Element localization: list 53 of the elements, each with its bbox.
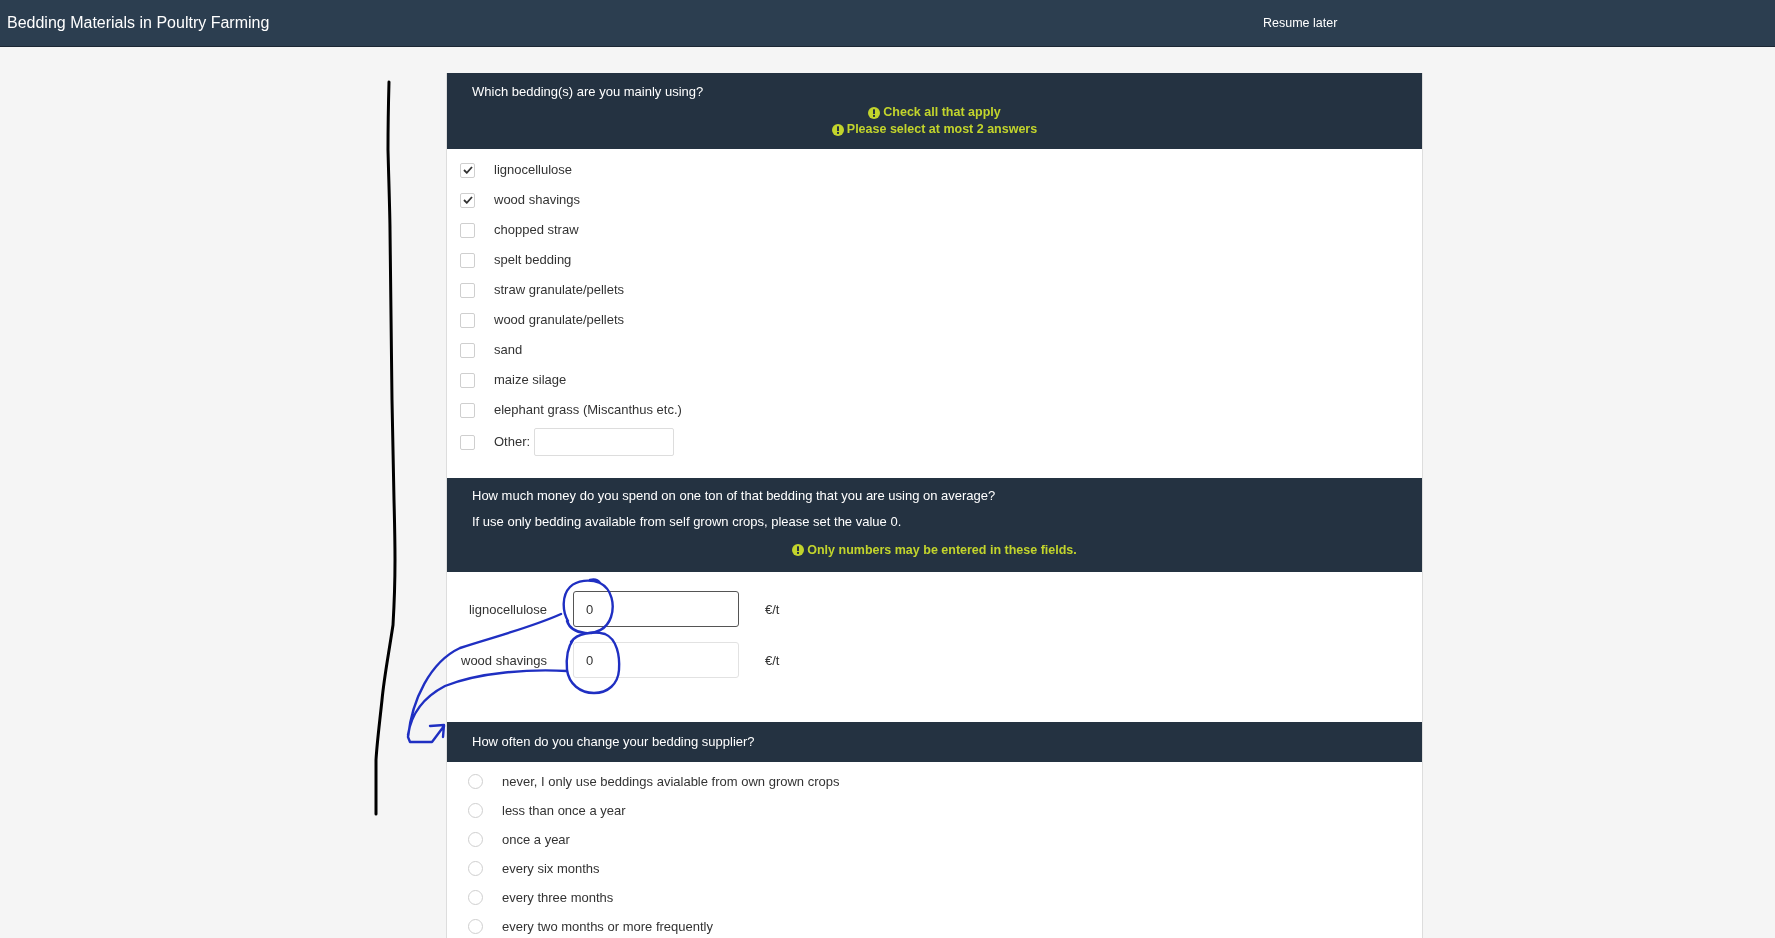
option-label[interactable]: Other: xyxy=(494,434,531,450)
option-label[interactable]: every six months xyxy=(502,860,600,877)
option-label[interactable]: straw granulate/pellets xyxy=(494,282,625,298)
option-label[interactable]: maize silage xyxy=(494,372,567,388)
option-label[interactable]: elephant grass (Miscanthus etc.) xyxy=(494,402,682,418)
number-field[interactable]: 0 xyxy=(573,642,739,678)
option-label[interactable]: chopped straw xyxy=(494,222,579,238)
checkbox[interactable] xyxy=(460,282,475,298)
radio-button[interactable] xyxy=(468,803,483,818)
field-label: wood shavings xyxy=(460,652,547,668)
tip-text: Only numbers may be entered in these fields. xyxy=(807,542,1077,559)
option-label[interactable]: less than once a year xyxy=(502,802,626,819)
help-text: If use only bedding available from self grown crops, please set the value 0. xyxy=(472,513,902,531)
checkbox[interactable] xyxy=(460,162,475,178)
option-label[interactable]: lignocellulose xyxy=(494,162,573,178)
question-text: How much money do you spend on one ton of that bedding that you are using on average? xyxy=(472,487,996,505)
tip-text: Please select at most 2 answers xyxy=(846,121,1038,138)
checkbox[interactable] xyxy=(460,192,475,208)
radio-button[interactable] xyxy=(468,774,483,789)
option-label[interactable]: once a year xyxy=(502,831,570,848)
checkbox[interactable] xyxy=(460,402,475,418)
option-label[interactable]: never, I only use beddings avialable from own grown crops xyxy=(502,773,840,790)
number-field[interactable]: 0 xyxy=(573,591,739,627)
option-label[interactable]: wood granulate/pellets xyxy=(494,312,625,328)
checkbox[interactable] xyxy=(460,372,475,388)
radio-button[interactable] xyxy=(468,832,483,847)
question-text: How often do you change your bedding supplier? xyxy=(472,733,755,751)
radio-button[interactable] xyxy=(468,861,483,876)
checkmark-icon xyxy=(462,166,473,174)
option-label[interactable]: spelt bedding xyxy=(494,252,572,268)
checkmark-icon xyxy=(462,196,473,204)
radio-button[interactable] xyxy=(468,890,483,905)
option-label[interactable]: every two months or more frequently xyxy=(502,918,713,935)
option-label[interactable]: wood shavings xyxy=(494,192,580,208)
checkbox[interactable] xyxy=(460,342,475,358)
exclamation-icon xyxy=(792,544,805,556)
checkbox[interactable] xyxy=(460,222,475,238)
input-field[interactable] xyxy=(534,428,675,456)
resume-later-button[interactable]: Resume later xyxy=(1263,14,1338,32)
option-label[interactable]: sand xyxy=(494,342,523,358)
exclamation-icon xyxy=(868,106,881,119)
checkbox[interactable] xyxy=(460,252,475,268)
app-title: Bedding Materials in Poultry Farming xyxy=(6,14,271,32)
option-label[interactable]: every three months xyxy=(502,889,614,906)
checkbox[interactable] xyxy=(460,312,475,328)
radio-button[interactable] xyxy=(468,919,483,934)
field-label: lignocellulose xyxy=(467,601,547,617)
unit-text: €/t xyxy=(765,601,780,617)
unit-text: €/t xyxy=(765,652,780,668)
exclamation-icon xyxy=(831,123,844,136)
checkbox[interactable] xyxy=(460,434,475,450)
question-text: Which bedding(s) are you mainly using? xyxy=(472,83,704,101)
tip-text: Check all that apply xyxy=(883,104,1001,121)
